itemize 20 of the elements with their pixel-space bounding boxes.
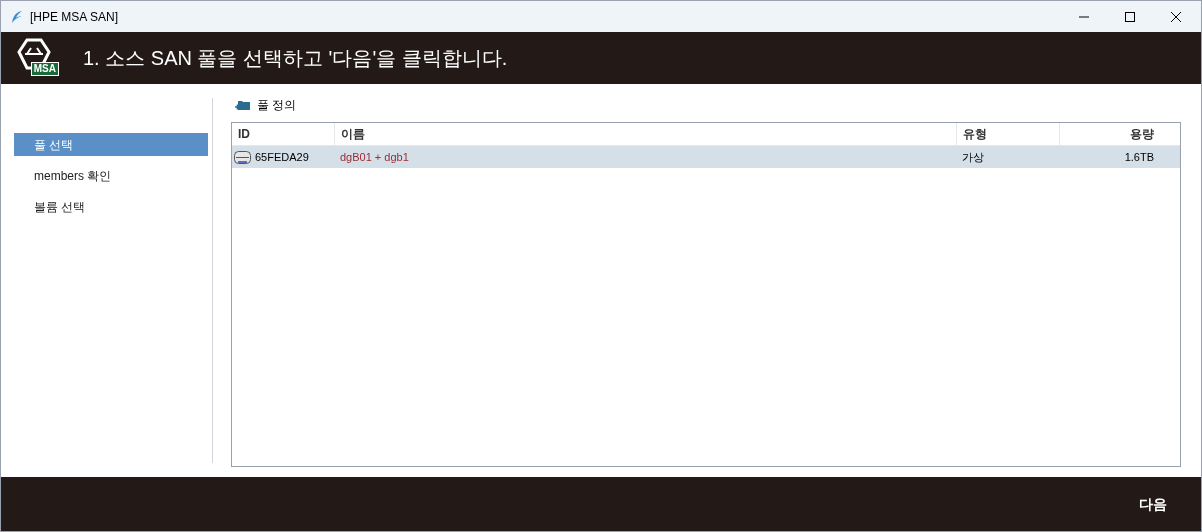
- column-header[interactable]: ID: [232, 123, 334, 145]
- table-cell-text: dgB01 + dgb1: [340, 149, 409, 165]
- window-title: [HPE MSA SAN]: [30, 8, 119, 26]
- close-icon[interactable]: [1170, 10, 1182, 23]
- column-header[interactable]: 유형: [956, 123, 1059, 145]
- column-header[interactable]: 이름: [334, 123, 956, 145]
- table-cell-text: 가상: [962, 149, 984, 165]
- table-cell-text: 65FEDA29: [255, 149, 309, 165]
- table-cell-text: 1.6TB: [1124, 149, 1154, 165]
- app-icon: [11, 9, 23, 24]
- sidebar-item[interactable]: 볼륨 선택: [14, 195, 208, 218]
- table-row[interactable]: 65FEDA29 dgB01 + dgb1 가상 1.6TB: [232, 146, 1180, 168]
- folder-icon: [235, 98, 251, 112]
- msa-logo: MSA: [17, 38, 59, 78]
- instruction-text: 1. 소스 SAN 풀을 선택하고 '다음'을 클릭합니다.: [83, 46, 508, 71]
- section-title: 풀 정의: [257, 97, 297, 114]
- next-button[interactable]: 다음: [1131, 489, 1175, 519]
- column-header[interactable]: 용량: [1059, 123, 1164, 145]
- sidebar-item[interactable]: members 확인: [14, 164, 208, 187]
- maximize-icon[interactable]: [1124, 10, 1136, 23]
